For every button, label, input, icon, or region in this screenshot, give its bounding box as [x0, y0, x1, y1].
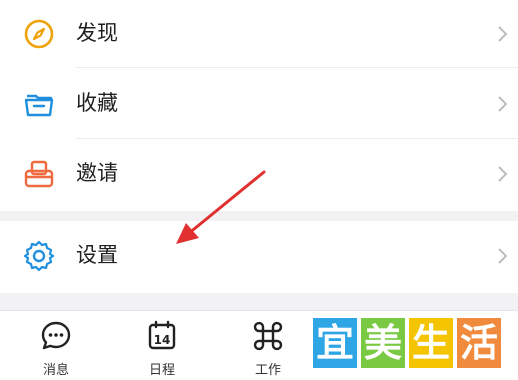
- grid-icon: [253, 321, 283, 351]
- divider: [76, 67, 518, 68]
- menu-item-label: 邀请: [76, 161, 118, 185]
- compass-icon: [24, 19, 54, 49]
- watermark-logo: 宜 美 生 活: [311, 318, 506, 372]
- menu-item-invite[interactable]: 邀请: [0, 140, 518, 210]
- tab-label: 日程: [148, 363, 175, 378]
- chevron-right-icon: [498, 26, 508, 42]
- menu-item-discover[interactable]: 发现: [0, 0, 518, 70]
- settings-group: 设置: [0, 221, 518, 293]
- gear-icon: [23, 240, 55, 272]
- menu-item-label: 设置: [76, 243, 118, 267]
- folder-icon: [24, 94, 54, 117]
- watermark-char: 宜: [313, 318, 357, 368]
- chevron-right-icon: [498, 166, 508, 182]
- tab-messages[interactable]: 消息: [26, 319, 86, 378]
- divider: [76, 138, 518, 139]
- calendar-day: 14: [154, 333, 171, 347]
- watermark-char: 美: [361, 318, 405, 368]
- menu-item-label: 收藏: [76, 91, 118, 115]
- calendar-icon: 14: [148, 320, 176, 350]
- watermark-char: 活: [457, 318, 501, 368]
- tab-schedule[interactable]: 14 日程: [132, 319, 192, 378]
- menu-group: 发现 收藏 邀请: [0, 0, 518, 211]
- tab-label: 工作: [254, 363, 281, 378]
- chevron-right-icon: [498, 96, 508, 112]
- app-screen: 发现 收藏 邀请 设置 消息 14 日程 工作 宜 美 生 活: [0, 0, 518, 380]
- menu-item-label: 发现: [76, 21, 118, 45]
- chevron-right-icon: [498, 248, 508, 264]
- tab-work[interactable]: 工作: [238, 319, 298, 378]
- chat-icon: [41, 321, 71, 350]
- tab-label: 消息: [42, 363, 69, 378]
- menu-item-settings[interactable]: 设置: [0, 222, 518, 292]
- watermark-char: 生: [409, 318, 453, 368]
- invite-icon: [24, 160, 54, 188]
- menu-item-favorites[interactable]: 收藏: [0, 70, 518, 140]
